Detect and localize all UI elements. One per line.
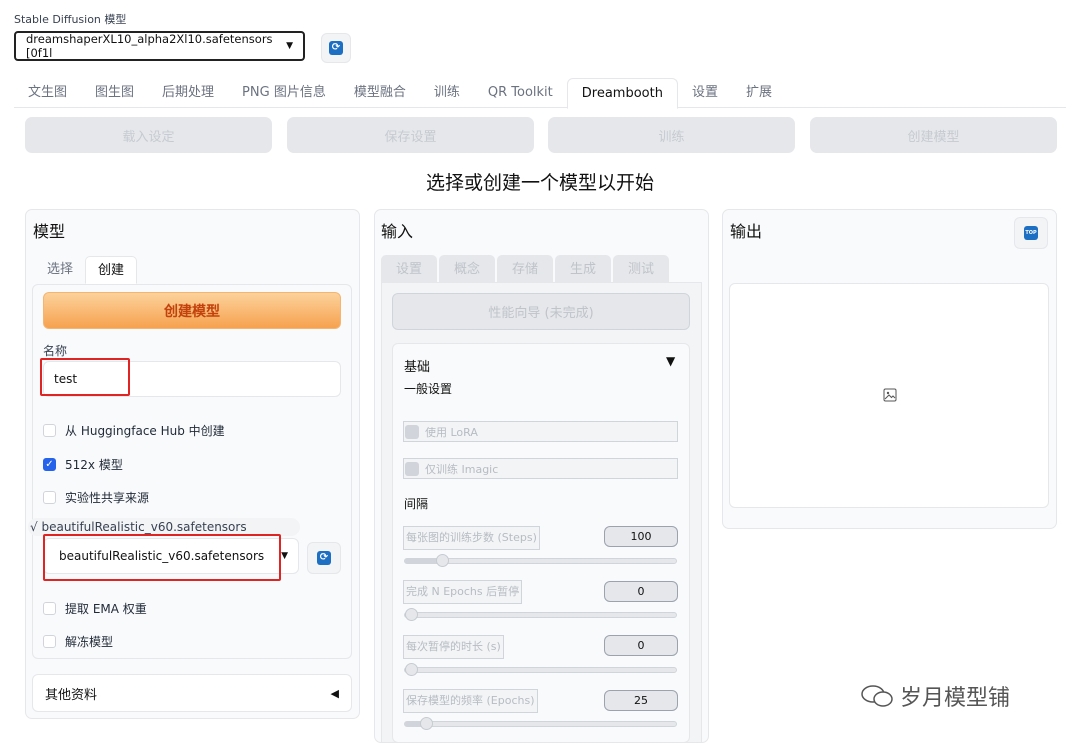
other-info-label: 其他资料 (45, 687, 98, 703)
check-512x[interactable]: ✓ 512x 模型 (43, 456, 123, 473)
name-label: 名称 (43, 344, 68, 358)
tab-input-concepts[interactable]: 概念 (439, 255, 495, 282)
refresh-models-button[interactable]: ⟳ (321, 33, 351, 63)
tab-input-settings[interactable]: 设置 (381, 255, 437, 282)
tab-train[interactable]: 训练 (420, 78, 474, 108)
tab-input-generate[interactable]: 生成 (555, 255, 611, 282)
model-dropdown[interactable]: dreamshaperXL10_alpha2Xl10.safetensors [… (14, 31, 305, 61)
input-panel-title: 输入 (381, 222, 414, 241)
use-lora-checkbox[interactable]: 使用 LoRA (403, 421, 678, 442)
interval-label: 间隔 (404, 497, 429, 511)
check-unfreeze[interactable]: 解冻模型 (43, 633, 113, 650)
performance-wizard-button[interactable]: 性能向导 (未完成) (392, 293, 690, 330)
pause-duration-input[interactable]: 0 (604, 635, 678, 656)
check-ema[interactable]: 提取 EMA 权重 (43, 600, 147, 617)
chevron-down-icon: ▼ (286, 41, 293, 51)
imagic-label: 仅训练 Imagic (425, 462, 499, 476)
page-headline: 选择或创建一个模型以开始 (425, 172, 654, 194)
basic-title: 基础 (404, 360, 431, 375)
checkbox-shared-source[interactable] (43, 491, 56, 504)
check-huggingface[interactable]: 从 Huggingface Hub 中创建 (43, 422, 225, 439)
imagic-checkbox[interactable]: 仅训练 Imagic (403, 458, 678, 479)
highlight-source (43, 534, 281, 581)
train-button[interactable]: 训练 (548, 117, 795, 153)
refresh-icon: ⟳ (317, 551, 331, 565)
refresh-source-button[interactable]: ⟳ (307, 542, 341, 574)
create-model-top-button[interactable]: 创建模型 (810, 117, 1057, 153)
output-panel-title: 输出 (730, 222, 763, 241)
steps-per-image-input[interactable]: 100 (604, 526, 678, 547)
check-shared-source-label: 实验性共享来源 (65, 491, 150, 505)
tab-select[interactable]: 选择 (35, 256, 85, 284)
save-frequency-label: 保存模型的频率 (Epochs) (403, 689, 538, 713)
pause-after-epochs-input[interactable]: 0 (604, 581, 678, 602)
other-info-accordion[interactable]: 其他资料 ◀ (32, 674, 352, 712)
pause-after-epochs-label: 完成 N Epochs 后暂停 (403, 580, 523, 604)
slider-thumb[interactable] (420, 717, 433, 730)
tab-png-info[interactable]: PNG 图片信息 (228, 78, 340, 108)
image-placeholder-icon (883, 388, 897, 402)
watermark: 岁月模型铺 (860, 680, 1010, 712)
highlight-name (40, 358, 130, 396)
slider-thumb[interactable] (405, 608, 418, 621)
checkbox-unfreeze[interactable] (43, 635, 56, 648)
general-settings-label: 一般设置 (404, 382, 453, 396)
checkbox-use-lora[interactable] (405, 424, 419, 439)
checkbox-ema[interactable] (43, 602, 56, 615)
input-tabs: 设置 概念 存储 生成 测试 (381, 255, 671, 282)
tab-img2img[interactable]: 图生图 (81, 78, 148, 108)
check-ema-label: 提取 EMA 权重 (65, 602, 147, 616)
pause-duration-slider[interactable] (404, 663, 677, 676)
slider-thumb[interactable] (436, 554, 449, 567)
pause-after-epochs-slider[interactable] (404, 608, 677, 621)
tab-extensions[interactable]: 扩展 (732, 78, 786, 108)
steps-per-image-label: 每张图的训练步数 (Steps) (403, 526, 540, 550)
tab-dreambooth[interactable]: Dreambooth (566, 78, 678, 109)
model-dropdown-value: dreamshaperXL10_alpha2Xl10.safetensors [… (26, 32, 273, 60)
tab-extras[interactable]: 后期处理 (148, 78, 228, 108)
checkbox-huggingface[interactable] (43, 424, 56, 437)
slider-thumb[interactable] (405, 663, 418, 676)
triangle-left-icon: ◀ (330, 686, 339, 700)
save-frequency-input[interactable]: 25 (604, 690, 678, 711)
use-lora-label: 使用 LoRA (425, 425, 478, 439)
tab-settings[interactable]: 设置 (678, 78, 732, 108)
check-unfreeze-label: 解冻模型 (65, 635, 114, 649)
load-settings-button[interactable]: 载入设定 (25, 117, 272, 153)
steps-per-image-slider[interactable] (404, 554, 677, 567)
pause-duration-label: 每次暂停的时长 (s) (403, 635, 504, 659)
create-model-button[interactable]: 创建模型 (43, 292, 341, 329)
model-subtabs: 选择 创建 (35, 256, 138, 284)
save-settings-button[interactable]: 保存设置 (287, 117, 534, 153)
tab-txt2img[interactable]: 文生图 (14, 78, 81, 108)
model-selector-label: Stable Diffusion 模型 (14, 13, 127, 26)
checkbox-imagic[interactable] (405, 461, 419, 476)
check-huggingface-label: 从 Huggingface Hub 中创建 (65, 424, 225, 438)
tab-input-saving[interactable]: 存储 (497, 255, 553, 282)
refresh-icon: ⟳ (329, 41, 343, 55)
wechat-icon (861, 685, 893, 707)
model-panel-title: 模型 (33, 222, 66, 241)
tab-input-testing[interactable]: 测试 (613, 255, 669, 282)
tab-qr-toolkit[interactable]: QR Toolkit (474, 78, 567, 108)
scroll-top-button[interactable]: TOP (1014, 217, 1048, 249)
tab-merge[interactable]: 模型融合 (340, 78, 420, 108)
check-shared-source[interactable]: 实验性共享来源 (43, 489, 149, 506)
main-tabs: 文生图 图生图 后期处理 PNG 图片信息 模型融合 训练 QR Toolkit… (14, 78, 1066, 109)
tab-create[interactable]: 创建 (85, 256, 138, 284)
watermark-text: 岁月模型铺 (900, 686, 1011, 711)
top-icon: TOP (1024, 226, 1038, 240)
triangle-down-icon[interactable]: ▼ (666, 354, 675, 368)
check-512x-label: 512x 模型 (65, 458, 123, 472)
checkbox-512x[interactable]: ✓ (43, 458, 56, 471)
save-frequency-slider[interactable] (404, 717, 677, 730)
chevron-down-icon: ▼ (281, 551, 288, 561)
